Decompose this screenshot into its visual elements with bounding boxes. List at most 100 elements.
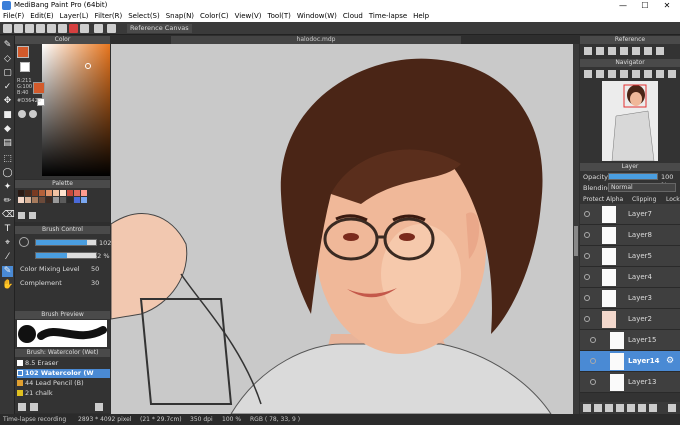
check-tool-icon[interactable]: ✓ bbox=[2, 82, 13, 93]
close-button[interactable]: ✕ bbox=[656, 0, 678, 11]
move-down-icon[interactable] bbox=[649, 404, 657, 412]
menu-edit[interactable]: Edit(E) bbox=[27, 11, 56, 22]
delete-layer-icon[interactable] bbox=[668, 404, 676, 412]
move-tool-icon[interactable]: ✥ bbox=[2, 96, 13, 107]
nav-fit-icon[interactable] bbox=[608, 70, 616, 78]
palette-swatch[interactable] bbox=[81, 190, 87, 196]
menu-window[interactable]: Window(W) bbox=[294, 11, 340, 22]
deselect-icon[interactable] bbox=[69, 24, 78, 33]
magic-wand-icon[interactable]: ✦ bbox=[2, 182, 13, 193]
add-brush-icon[interactable] bbox=[18, 403, 26, 411]
visibility-eye-icon[interactable] bbox=[584, 253, 590, 259]
brush-size-slider[interactable] bbox=[35, 239, 97, 246]
undo-icon[interactable] bbox=[94, 24, 103, 33]
fill-tool-icon[interactable]: ◆ bbox=[2, 124, 13, 135]
open-file-icon[interactable] bbox=[14, 24, 23, 33]
canvas-scroll-thumb[interactable] bbox=[574, 226, 578, 256]
color-wheel-icon[interactable] bbox=[18, 110, 26, 118]
visibility-eye-icon[interactable] bbox=[584, 295, 590, 301]
visibility-eye-icon[interactable] bbox=[590, 337, 596, 343]
palette-swatch[interactable] bbox=[74, 190, 80, 196]
operation-tool-icon[interactable]: ⌖ bbox=[2, 238, 13, 249]
layer-row-layer5[interactable]: Layer5 bbox=[580, 246, 680, 267]
palette-swatch[interactable] bbox=[46, 190, 52, 196]
reference-zoom-in-icon[interactable] bbox=[596, 47, 604, 55]
merge-down-icon[interactable] bbox=[627, 404, 635, 412]
nav-zoom-out-icon[interactable] bbox=[596, 70, 604, 78]
reference-open-icon[interactable] bbox=[584, 47, 592, 55]
menu-layer[interactable]: Layer(L) bbox=[57, 11, 92, 22]
save-icon[interactable] bbox=[25, 24, 34, 33]
palette-swatch[interactable] bbox=[53, 190, 59, 196]
cloud-icon[interactable] bbox=[36, 24, 45, 33]
palette-swatch[interactable] bbox=[18, 197, 24, 203]
layer-opacity-slider[interactable] bbox=[608, 173, 658, 180]
palette-swatch[interactable] bbox=[32, 190, 38, 196]
reference-close-icon[interactable] bbox=[656, 47, 664, 55]
palette-swatch[interactable] bbox=[60, 197, 66, 203]
nav-rotate-left-icon[interactable] bbox=[632, 70, 640, 78]
lasso-tool-icon[interactable]: ◯ bbox=[2, 168, 13, 179]
brush-item-lead-pencil[interactable]: 44 Lead Pencil (B) bbox=[17, 379, 110, 388]
brush-tool-icon[interactable]: ✎ bbox=[2, 40, 13, 51]
protect-alpha-toggle[interactable]: Protect Alpha bbox=[583, 196, 623, 203]
print-icon[interactable] bbox=[58, 24, 67, 33]
menu-color[interactable]: Color(C) bbox=[197, 11, 232, 22]
layer-row-layer14[interactable]: Layer14 ⚙ bbox=[580, 351, 680, 372]
menu-help[interactable]: Help bbox=[410, 11, 432, 22]
menu-tool[interactable]: Tool(T) bbox=[265, 11, 294, 22]
menu-filter[interactable]: Filter(R) bbox=[92, 11, 126, 22]
add-halftone-layer-icon[interactable] bbox=[594, 404, 602, 412]
visibility-eye-icon[interactable] bbox=[590, 379, 596, 385]
layer-row-layer8[interactable]: Layer8 bbox=[580, 225, 680, 246]
visibility-eye-icon[interactable] bbox=[584, 316, 590, 322]
palette-swatch[interactable] bbox=[60, 190, 66, 196]
nav-zoom-in-icon[interactable] bbox=[584, 70, 592, 78]
sub-color-swatch[interactable] bbox=[20, 62, 30, 72]
reference-fit-icon[interactable] bbox=[620, 47, 628, 55]
menu-view[interactable]: View(V) bbox=[232, 11, 265, 22]
crop-icon[interactable] bbox=[80, 24, 89, 33]
visibility-eye-icon[interactable] bbox=[584, 232, 590, 238]
blending-select[interactable]: Normal bbox=[608, 183, 676, 192]
eraser-tool-icon[interactable]: ◇ bbox=[2, 54, 13, 65]
menu-cloud[interactable]: Cloud bbox=[340, 11, 366, 22]
palette-swatch[interactable] bbox=[39, 190, 45, 196]
layer-settings-gear-icon[interactable]: ⚙ bbox=[666, 356, 674, 366]
nav-flip-icon[interactable] bbox=[668, 70, 676, 78]
reference-zoom-out-icon[interactable] bbox=[608, 47, 616, 55]
palette-swatch[interactable] bbox=[74, 197, 80, 203]
menu-file[interactable]: File(F) bbox=[0, 11, 27, 22]
redo-icon[interactable] bbox=[107, 24, 116, 33]
nav-reset-icon[interactable] bbox=[656, 70, 664, 78]
select-eraser-icon[interactable]: ⌫ bbox=[2, 210, 15, 221]
complement-value[interactable]: 30 bbox=[91, 279, 99, 287]
palette-swatch[interactable] bbox=[18, 190, 24, 196]
brush-item-chalk[interactable]: 21 chalk bbox=[17, 389, 110, 398]
maximize-button[interactable]: ☐ bbox=[634, 0, 656, 11]
layer-row-layer3[interactable]: Layer3 bbox=[580, 288, 680, 309]
menu-select[interactable]: Select(S) bbox=[125, 11, 163, 22]
color-sets-icon[interactable] bbox=[29, 110, 37, 118]
visibility-eye-icon[interactable] bbox=[584, 274, 590, 280]
visibility-eye-icon[interactable] bbox=[590, 358, 596, 364]
brush-item-eraser[interactable]: 8.5 Eraser bbox=[17, 359, 110, 368]
minimize-button[interactable]: — bbox=[612, 0, 634, 11]
hand-tool-icon[interactable]: ✋ bbox=[2, 280, 13, 291]
palette-swatch[interactable] bbox=[25, 190, 31, 196]
palette-swatch[interactable] bbox=[46, 197, 52, 203]
palette-swatch[interactable] bbox=[67, 190, 73, 196]
add-folder-icon[interactable] bbox=[616, 404, 624, 412]
layer-row-layer7[interactable]: Layer7 bbox=[580, 204, 680, 225]
color-mixing-value[interactable]: 50 bbox=[91, 265, 99, 273]
canvas-tab[interactable]: halodoc.mdp bbox=[171, 36, 461, 44]
rectangle-tool-icon[interactable]: ■ bbox=[2, 110, 13, 121]
brush-folder-icon[interactable] bbox=[30, 403, 38, 411]
palette-swatch[interactable] bbox=[32, 197, 38, 203]
select-pen-icon[interactable]: ✏ bbox=[2, 196, 13, 207]
reference-canvas-button[interactable]: Reference Canvas bbox=[127, 24, 192, 33]
navigator-thumbnail[interactable] bbox=[602, 81, 658, 162]
delete-brush-icon[interactable] bbox=[95, 403, 103, 411]
palette-swatch[interactable] bbox=[67, 197, 73, 203]
layer-row-layer15[interactable]: Layer15 bbox=[580, 330, 680, 351]
